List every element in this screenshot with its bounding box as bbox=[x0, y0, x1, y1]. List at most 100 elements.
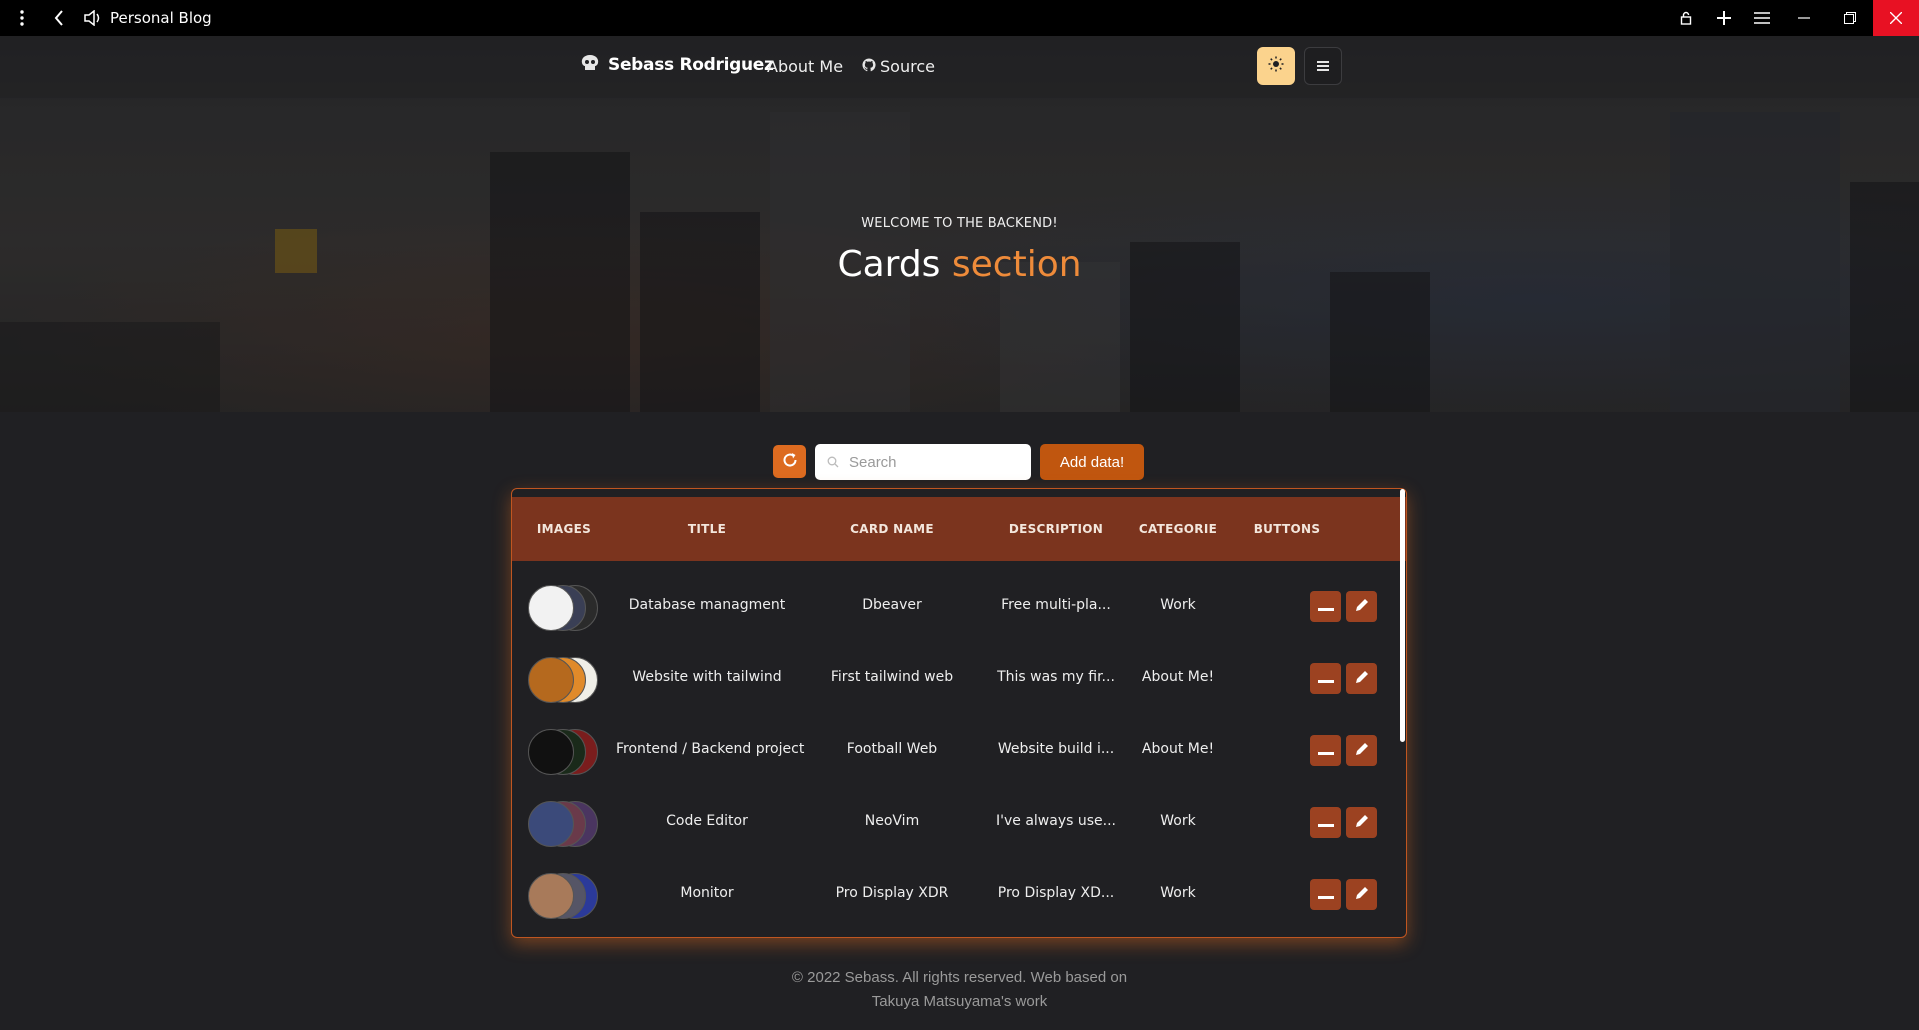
theme-toggle-button[interactable] bbox=[1257, 47, 1295, 85]
card-image bbox=[528, 657, 574, 703]
mobile-menu-button[interactable] bbox=[1304, 47, 1342, 85]
edit-button[interactable] bbox=[1346, 735, 1377, 766]
footer-copyright: © 2022 Sebass. All rights reserved. Web … bbox=[791, 969, 1128, 986]
pencil-icon bbox=[1353, 740, 1371, 762]
skull-logo-icon bbox=[580, 54, 600, 76]
cell-description: Free multi-pla... bbox=[1001, 597, 1111, 613]
minus-icon bbox=[1317, 669, 1334, 688]
cell-category: About Me! bbox=[1141, 741, 1215, 757]
delete-button[interactable] bbox=[1310, 591, 1341, 622]
cell-description: I've always use... bbox=[996, 813, 1116, 829]
browser-titlebar: Personal Blog bbox=[0, 0, 1919, 36]
add-data-button[interactable]: Add data! bbox=[1040, 444, 1144, 480]
card-image bbox=[528, 801, 574, 847]
restore-icon[interactable] bbox=[1827, 0, 1873, 36]
table-row: Database managment Dbeaver Free multi-pl… bbox=[512, 569, 1406, 641]
cell-title: Website with tailwind bbox=[632, 669, 782, 685]
speaker-icon[interactable] bbox=[82, 0, 104, 36]
delete-button[interactable] bbox=[1310, 807, 1341, 838]
hero-subtitle: WELCOME TO THE BACKEND! bbox=[861, 216, 1058, 231]
back-arrow-icon[interactable] bbox=[42, 0, 76, 36]
search-input[interactable] bbox=[847, 452, 1021, 472]
search-box[interactable] bbox=[815, 444, 1031, 480]
footer: © 2022 Sebass. All rights reserved. Web … bbox=[0, 966, 1919, 1014]
table-row: Code Editor NeoVim I've always use... Wo… bbox=[512, 785, 1406, 857]
cards-table: IMAGES TITLE CARD NAME DESCRIPTION CATEG… bbox=[511, 488, 1407, 938]
cell-category: About Me! bbox=[1141, 669, 1215, 685]
column-header-images: IMAGES bbox=[536, 522, 592, 536]
cell-description: This was my fir... bbox=[997, 669, 1115, 685]
minus-icon bbox=[1317, 885, 1334, 904]
hero-title: Cards section bbox=[0, 244, 1919, 285]
minus-icon bbox=[1317, 813, 1334, 832]
brand-name: Sebass Rodriguez bbox=[608, 55, 774, 75]
hamburger-icon bbox=[1316, 57, 1330, 76]
delete-button[interactable] bbox=[1310, 663, 1341, 694]
table-row: Monitor Pro Display XDR Pro Display XD..… bbox=[512, 857, 1406, 929]
cell-description: Website build i... bbox=[997, 741, 1115, 757]
column-header-card-name: CARD NAME bbox=[850, 522, 934, 536]
card-images bbox=[528, 729, 608, 777]
minus-icon bbox=[1317, 741, 1334, 760]
edit-button[interactable] bbox=[1346, 807, 1377, 838]
edit-button[interactable] bbox=[1346, 663, 1377, 694]
pencil-icon bbox=[1353, 884, 1371, 906]
cell-category: Work bbox=[1160, 597, 1196, 613]
pencil-icon bbox=[1353, 668, 1371, 690]
cell-description: Pro Display XD... bbox=[997, 885, 1115, 901]
cell-card-name: Dbeaver bbox=[862, 597, 922, 613]
table-row: Website with tailwind First tailwind web… bbox=[512, 641, 1406, 713]
column-header-category: CATEGORIE bbox=[1138, 522, 1218, 536]
refresh-button[interactable] bbox=[773, 445, 806, 478]
minimize-icon[interactable] bbox=[1781, 0, 1827, 36]
cell-title: Frontend / Backend project bbox=[616, 741, 805, 757]
hamburger-menu-icon[interactable] bbox=[1743, 0, 1781, 36]
nav-source-label: Source bbox=[880, 57, 935, 76]
navbar bbox=[0, 36, 1919, 98]
github-icon bbox=[862, 57, 876, 76]
cell-card-name: NeoVim bbox=[864, 813, 920, 829]
column-header-title: TITLE bbox=[687, 522, 727, 536]
delete-button[interactable] bbox=[1310, 879, 1341, 910]
delete-button[interactable] bbox=[1310, 735, 1341, 766]
table-scrollbar[interactable] bbox=[1400, 489, 1405, 742]
cell-card-name: Football Web bbox=[846, 741, 938, 757]
sun-icon bbox=[1268, 56, 1284, 76]
cell-category: Work bbox=[1160, 885, 1196, 901]
refresh-icon bbox=[782, 452, 798, 472]
cell-card-name: First tailwind web bbox=[830, 669, 954, 685]
cell-title: Database managment bbox=[628, 597, 786, 613]
card-image bbox=[528, 873, 574, 919]
edit-button[interactable] bbox=[1346, 879, 1377, 910]
hero-title-main: Cards bbox=[837, 244, 941, 285]
edit-button[interactable] bbox=[1346, 591, 1377, 622]
search-icon bbox=[827, 453, 839, 472]
card-image bbox=[528, 585, 574, 631]
lock-icon[interactable] bbox=[1667, 0, 1705, 36]
card-image bbox=[528, 729, 574, 775]
new-tab-plus-icon[interactable] bbox=[1705, 0, 1743, 36]
nav-about-me[interactable]: About Me bbox=[767, 57, 843, 76]
minus-icon bbox=[1317, 597, 1334, 616]
card-images bbox=[528, 585, 608, 633]
close-window-icon[interactable] bbox=[1873, 0, 1919, 36]
table-row: Frontend / Backend project Football Web … bbox=[512, 713, 1406, 785]
cell-title: Monitor bbox=[680, 885, 734, 901]
cell-card-name: Pro Display XDR bbox=[835, 885, 949, 901]
hero-title-accent: section bbox=[951, 244, 1082, 285]
pencil-icon bbox=[1353, 596, 1371, 618]
column-header-buttons: BUTTONS bbox=[1253, 522, 1321, 536]
table-row-partial bbox=[512, 929, 1406, 937]
footer-credit: Takuya Matsuyama's work bbox=[871, 993, 1048, 1010]
column-header-description: DESCRIPTION bbox=[1008, 522, 1104, 536]
nav-source[interactable]: Source bbox=[862, 57, 935, 76]
card-images bbox=[528, 801, 608, 849]
brand-link[interactable]: Sebass Rodriguez bbox=[580, 54, 774, 76]
table-header: IMAGES TITLE CARD NAME DESCRIPTION CATEG… bbox=[512, 497, 1406, 561]
kebab-menu-icon[interactable] bbox=[2, 0, 42, 36]
card-images bbox=[528, 873, 608, 921]
cell-category: Work bbox=[1160, 813, 1196, 829]
browser-title: Personal Blog bbox=[110, 9, 212, 27]
card-images bbox=[528, 657, 608, 705]
cell-title: Code Editor bbox=[666, 813, 748, 829]
